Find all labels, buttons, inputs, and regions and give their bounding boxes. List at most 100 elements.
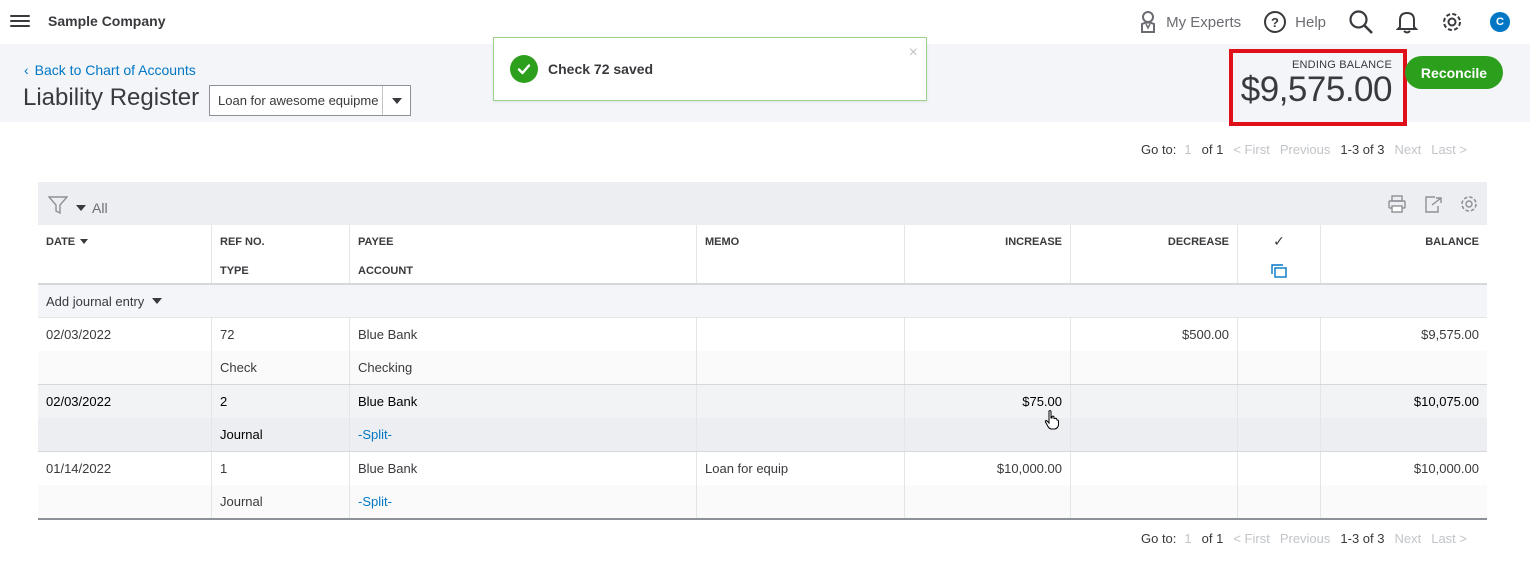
row-spacer xyxy=(38,418,212,451)
goto-label: Go to: xyxy=(1140,531,1177,546)
reconcile-button[interactable]: Reconcile xyxy=(1405,56,1503,89)
help-button[interactable]: ? Help xyxy=(1263,10,1326,34)
row-balance: $9,575.00 xyxy=(1421,327,1479,342)
header-spacer xyxy=(905,258,1071,283)
goto-page-input[interactable]: 1 xyxy=(1184,142,1191,157)
date-column-header[interactable]: DATE xyxy=(38,225,212,258)
row-spacer xyxy=(697,351,905,384)
date-header-label: DATE xyxy=(46,235,76,248)
chevron-left-icon: ‹ xyxy=(24,62,29,78)
row-spacer xyxy=(1071,485,1238,518)
row-type: Journal xyxy=(212,485,350,518)
previous-page-link[interactable]: Previous xyxy=(1280,531,1331,546)
row-memo xyxy=(697,318,905,351)
row-payee: Blue Bank xyxy=(350,385,697,418)
row-date: 02/03/2022 xyxy=(38,385,212,418)
row-spacer xyxy=(697,485,905,518)
row-spacer xyxy=(38,351,212,384)
increase-column-header[interactable]: INCREASE xyxy=(905,225,1071,258)
header-row: DATE REF NO. PAYEE MEMO INCREASE DECREAS… xyxy=(38,225,1487,258)
copy-icon[interactable] xyxy=(1238,258,1321,283)
menu-icon[interactable] xyxy=(10,12,30,30)
last-page-link[interactable]: Last > xyxy=(1431,531,1467,546)
row-spacer xyxy=(1238,351,1321,384)
row-memo xyxy=(697,385,905,418)
bell-icon xyxy=(1396,10,1418,34)
table-row[interactable]: 02/03/2022 72 Blue Bank $500.00 $9,575.0… xyxy=(38,318,1487,385)
back-to-chart-of-accounts-link[interactable]: ‹ Back to Chart of Accounts xyxy=(24,62,196,78)
add-journal-chevron-down-icon xyxy=(152,298,163,304)
gear-icon xyxy=(1440,10,1464,34)
table-settings-gear-icon[interactable] xyxy=(1459,194,1479,214)
memo-column-header[interactable]: MEMO xyxy=(697,225,905,258)
row-decrease xyxy=(1071,452,1238,485)
previous-page-link[interactable]: Previous xyxy=(1280,142,1331,157)
my-experts-button[interactable]: My Experts xyxy=(1138,10,1241,34)
help-icon: ? xyxy=(1263,10,1287,34)
filter-chevron-down-icon xyxy=(76,204,86,211)
header-spacer xyxy=(1071,258,1238,283)
row-spacer xyxy=(1321,485,1487,518)
table-toolbar: All xyxy=(38,182,1487,225)
row-account-split-link[interactable]: -Split- xyxy=(350,485,697,518)
row-spacer xyxy=(1321,418,1487,451)
row-spacer xyxy=(1238,418,1321,451)
row-spacer xyxy=(1321,351,1487,384)
pager-top: Go to: 1 of 1 < First Previous 1-3 of 3 … xyxy=(1141,142,1477,157)
avatar[interactable]: C xyxy=(1490,12,1510,32)
register-grid: DATE REF NO. PAYEE MEMO INCREASE DECREAS… xyxy=(38,225,1487,520)
chevron-down-icon[interactable] xyxy=(382,86,410,115)
help-label: Help xyxy=(1295,13,1326,31)
filter-button[interactable]: All xyxy=(47,195,108,220)
row-increase xyxy=(905,318,1071,351)
notifications-button[interactable] xyxy=(1396,10,1418,34)
sort-chevron-down-icon xyxy=(80,239,89,244)
row-payee: Blue Bank xyxy=(350,318,697,351)
row-ref: 1 xyxy=(212,452,350,485)
row-account-split-link[interactable]: -Split- xyxy=(350,418,697,451)
ending-balance: ENDING BALANCE $9,575.00 xyxy=(1229,49,1407,126)
goto-page-input[interactable]: 1 xyxy=(1184,531,1191,546)
search-button[interactable] xyxy=(1348,9,1374,35)
row-cleared[interactable] xyxy=(1238,318,1321,351)
table-row[interactable]: 02/03/2022 2 Blue Bank $75.00 $10,075.00… xyxy=(38,385,1487,452)
type-column-header[interactable]: TYPE xyxy=(212,258,350,283)
print-icon[interactable] xyxy=(1387,194,1407,214)
balance-column-header[interactable]: BALANCE xyxy=(1321,225,1487,258)
page-title: Liability Register xyxy=(23,84,200,111)
account-select[interactable]: Loan for awesome equipme xyxy=(209,85,411,116)
row-increase: $10,000.00 xyxy=(905,452,1071,485)
settings-button[interactable] xyxy=(1440,10,1464,34)
header-row-secondary: TYPE ACCOUNT xyxy=(38,258,1487,285)
expert-icon xyxy=(1138,10,1158,34)
row-spacer xyxy=(697,418,905,451)
first-page-link[interactable]: < First xyxy=(1233,531,1269,546)
close-icon[interactable]: × xyxy=(909,44,918,62)
add-journal-entry-row[interactable]: Add journal entry xyxy=(38,285,1487,318)
row-spacer xyxy=(905,485,1071,518)
table-tools xyxy=(1371,194,1479,214)
page-range: 1-3 of 3 xyxy=(1340,531,1385,546)
toast-message: Check 72 saved xyxy=(548,61,654,77)
decrease-column-header[interactable]: DECREASE xyxy=(1071,225,1238,258)
row-spacer xyxy=(1238,485,1321,518)
last-page-link[interactable]: Last > xyxy=(1431,142,1467,157)
row-decrease xyxy=(1071,385,1238,418)
first-page-link[interactable]: < First xyxy=(1233,142,1269,157)
ref-column-header[interactable]: REF NO. xyxy=(212,225,350,258)
row-balance: $10,000.00 xyxy=(1413,461,1479,476)
next-page-link[interactable]: Next xyxy=(1394,142,1421,157)
company-name: Sample Company xyxy=(48,13,166,29)
table-row[interactable]: 01/14/2022 1 Blue Bank Loan for equip $1… xyxy=(38,452,1487,520)
export-icon[interactable] xyxy=(1423,194,1443,214)
account-column-header[interactable]: ACCOUNT xyxy=(350,258,697,283)
top-actions: My Experts ? Help C xyxy=(1116,8,1510,36)
row-cleared[interactable] xyxy=(1238,385,1321,418)
row-spacer xyxy=(1071,418,1238,451)
row-cleared[interactable] xyxy=(1238,452,1321,485)
next-page-link[interactable]: Next xyxy=(1394,531,1421,546)
cleared-column-header[interactable]: ✓ xyxy=(1238,225,1321,258)
save-toast: Check 72 saved × xyxy=(493,37,927,101)
add-journal-entry-label: Add journal entry xyxy=(46,293,145,309)
payee-column-header[interactable]: PAYEE xyxy=(350,225,697,258)
